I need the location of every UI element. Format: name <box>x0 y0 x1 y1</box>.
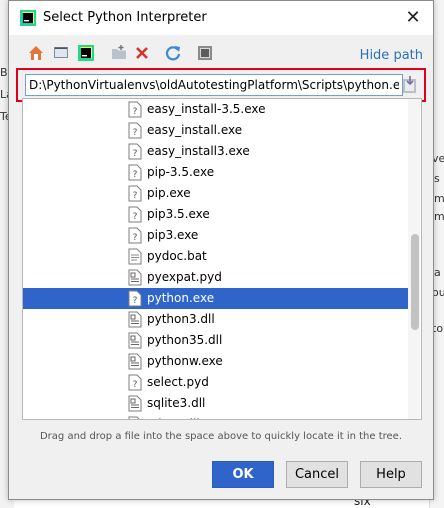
svg-text:?: ? <box>133 296 138 306</box>
show-hidden-icon[interactable] <box>196 44 214 62</box>
tree-row[interactable]: python3.dll <box>23 309 409 330</box>
tree-row-label: pip3.5.exe <box>147 207 210 221</box>
svg-text:?: ? <box>133 107 138 117</box>
binary-file-icon <box>128 332 142 349</box>
tree-row[interactable]: ? easy_install-3.5.exe <box>23 99 409 120</box>
pycharm-icon <box>20 10 36 26</box>
path-input[interactable] <box>25 74 403 96</box>
text-file-icon <box>128 248 142 265</box>
binary-file-icon <box>128 416 142 419</box>
tree-row-label: python.exe <box>147 291 215 305</box>
tree-row-label: pydoc.bat <box>147 249 207 263</box>
new-folder-icon[interactable] <box>110 44 128 62</box>
tree-row-label: pip.exe <box>147 186 191 200</box>
unknown-file-icon: ? <box>128 185 142 202</box>
tree-row[interactable]: python35.dll <box>23 330 409 351</box>
svg-text:?: ? <box>133 128 138 138</box>
dialog-title: Select Python Interpreter <box>43 10 207 25</box>
help-button[interactable]: Help <box>360 461 422 488</box>
vertical-scrollbar[interactable] <box>408 99 420 419</box>
tree-row[interactable]: tcl86t.dll <box>23 414 409 419</box>
background-text: a <box>434 266 441 279</box>
svg-text:?: ? <box>133 380 138 390</box>
tree-row[interactable]: ? easy_install.exe <box>23 120 409 141</box>
browse-file-icon[interactable] <box>401 75 419 95</box>
tree-row[interactable]: sqlite3.dll <box>23 393 409 414</box>
tree-row[interactable]: ? easy_install3.exe <box>23 141 409 162</box>
select-interpreter-dialog: Select Python Interpreter ✕ Hide path D:… <box>8 0 434 500</box>
tree-row-label: easy_install-3.5.exe <box>147 102 266 116</box>
tree-row[interactable]: ? select.pyd <box>23 372 409 393</box>
tree-row-label: easy_install.exe <box>147 123 243 137</box>
unknown-file-icon: ? <box>128 101 142 118</box>
close-button[interactable]: ✕ <box>401 6 425 30</box>
unknown-file-icon: ? <box>128 164 142 181</box>
binary-file-icon <box>128 269 142 286</box>
svg-text:?: ? <box>133 233 138 243</box>
tree-row[interactable]: pythonw.exe <box>23 351 409 372</box>
tree-row-label: pip-3.5.exe <box>147 165 215 179</box>
tree-row[interactable]: ? pip.exe <box>23 183 409 204</box>
toolbar: Hide path <box>9 39 433 67</box>
home-icon[interactable] <box>27 44 45 62</box>
tree-row[interactable]: ? pip3.5.exe <box>23 204 409 225</box>
unknown-file-icon: ? <box>128 227 142 244</box>
refresh-icon[interactable] <box>164 44 182 62</box>
tree-row-label: sqlite3.dll <box>147 396 206 410</box>
svg-text:?: ? <box>133 191 138 201</box>
tree-row-label: pip3.exe <box>147 228 199 242</box>
background-text: m <box>434 210 444 223</box>
tree-row-label: tcl86t.dll <box>147 417 200 419</box>
svg-text:?: ? <box>133 170 138 180</box>
unknown-file-icon: ? <box>128 290 142 307</box>
unknown-file-icon: ? <box>128 143 142 160</box>
tree-row-label: pyexpat.pyd <box>147 270 222 284</box>
tree-row-label: python3.dll <box>147 312 215 326</box>
pycharm-project-icon[interactable] <box>77 44 95 62</box>
title-bar[interactable]: Select Python Interpreter ✕ <box>9 1 433 35</box>
path-field-highlight <box>16 68 426 102</box>
tree-row-label: easy_install3.exe <box>147 144 250 158</box>
tree-row[interactable]: pyexpat.pyd <box>23 267 409 288</box>
hide-path-link[interactable]: Hide path <box>360 48 423 63</box>
scrollbar-thumb[interactable] <box>411 234 419 330</box>
tree-row-label: python35.dll <box>147 333 223 347</box>
unknown-file-icon: ? <box>128 122 142 139</box>
cancel-button[interactable]: Cancel <box>286 461 348 488</box>
tree-row-label: select.pyd <box>147 375 209 389</box>
unknown-file-icon: ? <box>128 374 142 391</box>
svg-text:?: ? <box>133 149 138 159</box>
tree-row-label: pythonw.exe <box>147 354 223 368</box>
binary-file-icon <box>128 395 142 412</box>
unknown-file-icon: ? <box>128 206 142 223</box>
svg-text:?: ? <box>133 212 138 222</box>
drag-drop-hint: Drag and drop a file into the space abov… <box>39 431 403 442</box>
tree-row[interactable]: ? pip3.exe <box>23 225 409 246</box>
delete-icon[interactable] <box>133 44 151 62</box>
background-text: s <box>434 172 440 185</box>
binary-file-icon <box>128 353 142 370</box>
ok-button[interactable]: OK <box>212 461 274 488</box>
tree-row[interactable]: ? pip-3.5.exe <box>23 162 409 183</box>
background-text: m <box>434 192 444 205</box>
tree-row[interactable]: ? python.exe <box>23 288 409 309</box>
desktop-icon[interactable] <box>52 44 70 62</box>
file-tree[interactable]: ? easy_install-3.5.exe? easy_install.exe? e… <box>22 98 422 420</box>
binary-file-icon <box>128 311 142 328</box>
tree-row[interactable]: pydoc.bat <box>23 246 409 267</box>
